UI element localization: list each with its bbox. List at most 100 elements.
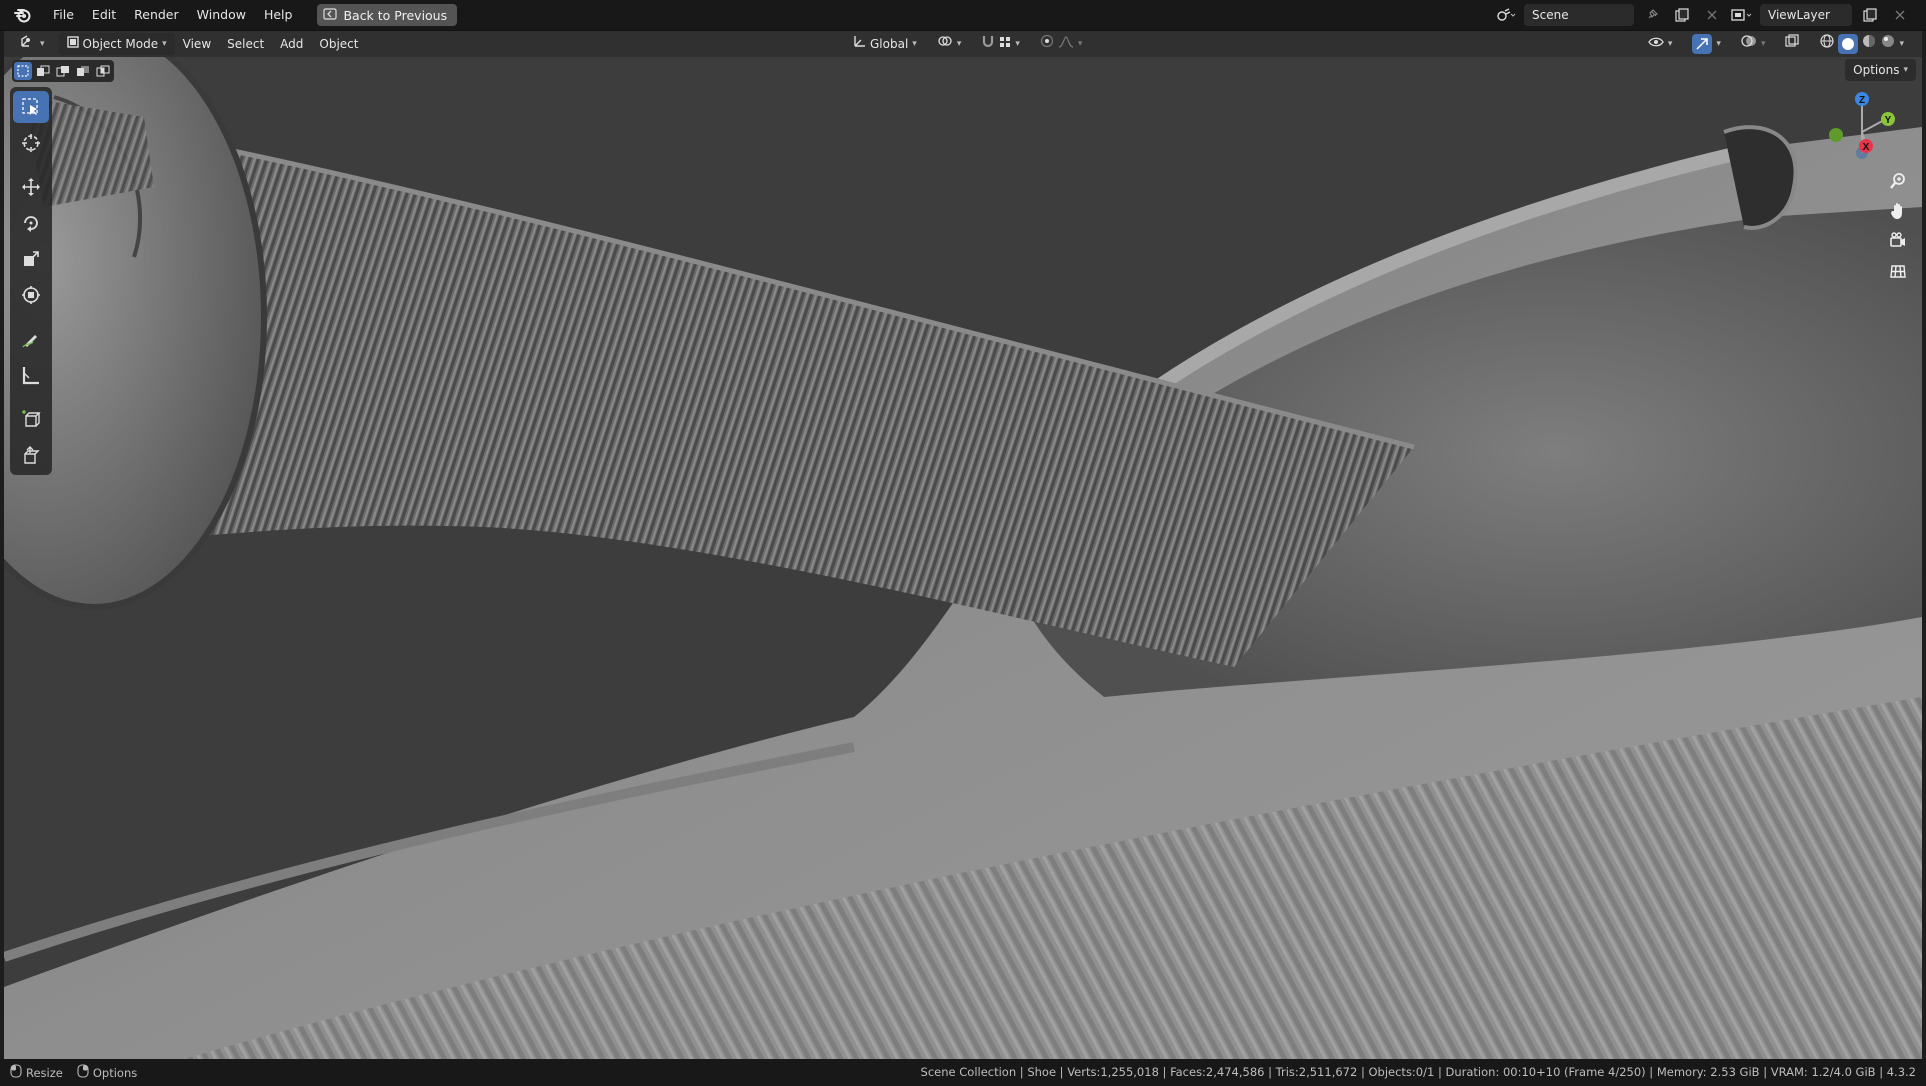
chevron-down-icon: ▾ [912,39,917,49]
menu-file[interactable]: File [44,4,83,26]
chevron-down-icon: ▾ [1015,39,1020,49]
chevron-down-icon: ▾ [1716,39,1721,49]
select-new-icon[interactable] [14,62,32,80]
transform-tool-icon[interactable] [13,279,49,311]
xray-toggle[interactable] [1777,33,1807,55]
blender-logo-icon[interactable] [12,4,34,26]
measure-tool-icon[interactable] [13,359,49,391]
viewport-header: ▾ Object Mode ▾ View Select Add Object G… [4,31,1922,57]
chevron-down-icon[interactable]: ▾ [1899,33,1904,55]
status-hint-options: Options [77,1064,137,1081]
object-mode-icon [66,33,79,55]
proportional-editing-toggle[interactable]: ▾ [1032,33,1091,55]
chevron-down-icon: ▾ [162,39,167,49]
3d-viewport-icon [20,33,36,55]
scene-name-field[interactable]: Scene [1524,4,1634,26]
scale-tool-icon[interactable] [13,243,49,275]
zoom-icon[interactable] [1884,169,1912,193]
new-scene-icon[interactable] [1670,4,1694,26]
view-layer-field[interactable]: ViewLayer [1760,4,1852,26]
x-axis-label: X [1863,142,1870,153]
pivot-point-dropdown[interactable]: ▾ [929,33,970,55]
3d-viewport[interactable]: Options ▾ Z Y X [4,57,1922,1059]
scene-name: Scene [1532,8,1569,22]
viewport-nav-tools [1884,169,1912,283]
view-layer-selector-icon[interactable] [1730,4,1754,26]
solid-shading-icon[interactable] [1838,34,1859,54]
new-view-layer-icon[interactable] [1858,4,1882,26]
material-shading-icon[interactable] [1861,33,1877,56]
overlays-icon [1741,33,1757,55]
menu-select[interactable]: Select [219,33,272,55]
back-to-previous-label: Back to Previous [343,7,448,23]
navigation-gizmo[interactable]: Z Y X [1812,87,1902,177]
proportional-edit-icon [1040,33,1054,55]
select-invert-icon[interactable] [74,62,92,80]
scene-statistics: Scene Collection | Shoe | Verts:1,255,01… [920,1065,1916,1079]
view-layer-name: ViewLayer [1768,8,1830,22]
camera-view-icon[interactable] [1884,229,1912,253]
back-to-previous-button[interactable]: Back to Previous [317,4,458,26]
select-extend-icon[interactable] [34,62,52,80]
wireframe-shading-icon[interactable] [1819,33,1835,56]
chevron-down-icon: ▾ [956,39,962,49]
chevron-down-icon: ▾ [1077,39,1083,49]
move-tool-icon[interactable] [13,171,49,203]
object-visibility-dropdown[interactable]: ▾ [1640,33,1681,55]
pan-hand-icon[interactable] [1884,199,1912,223]
magnet-icon [981,33,995,55]
chevron-down-icon: ▾ [1760,39,1766,49]
overlays-toggle[interactable]: ▾ [1733,33,1774,55]
back-icon [323,7,338,23]
snap-grid-icon [999,33,1011,55]
menu-edit[interactable]: Edit [83,4,125,26]
select-subtract-icon[interactable] [54,62,72,80]
menu-help[interactable]: Help [255,4,302,26]
orientation-axes-icon [852,33,866,55]
scene-selector-icon[interactable] [1494,4,1518,26]
shading-mode-group: ▾ [1811,33,1912,55]
delete-scene-icon[interactable] [1700,4,1724,26]
pivot-icon [937,33,953,55]
menu-view[interactable]: View [175,33,219,55]
options-label: Options [1853,63,1900,77]
cursor-tool-icon[interactable] [13,127,49,159]
z-axis-label: Z [1859,95,1865,106]
chevron-down-icon: ▾ [1903,65,1908,75]
xray-icon [1785,33,1800,55]
snap-toggle[interactable]: ▾ [973,33,1028,55]
annotate-tool-icon[interactable] [13,323,49,355]
gizmo-toggle[interactable]: ▾ [1684,33,1729,55]
editor-type-selector[interactable]: ▾ [12,33,53,55]
pin-scene-icon[interactable] [1640,4,1664,26]
rendered-shading-icon[interactable] [1880,33,1896,56]
status-hint-resize: Resize [10,1064,63,1081]
mode-dropdown[interactable]: Object Mode ▾ [58,33,175,55]
y-axis-label: Y [1885,115,1892,126]
mouse-right-icon [77,1064,89,1081]
orientation-label: Global [870,37,909,51]
mouse-left-icon [10,1064,22,1081]
extrude-tool-icon[interactable] [13,439,49,471]
orthographic-grid-icon[interactable] [1884,259,1912,283]
menu-object[interactable]: Object [311,33,366,55]
menu-render[interactable]: Render [125,4,188,26]
select-intersect-icon[interactable] [94,62,112,80]
viewport-options-button[interactable]: Options ▾ [1845,59,1916,81]
status-hint-resize-label: Resize [26,1065,63,1080]
add-cube-tool-icon[interactable] [13,403,49,435]
tool-shelf [10,87,52,475]
chevron-down-icon: ▾ [1667,39,1673,49]
delete-view-layer-icon[interactable] [1888,4,1912,26]
status-hint-options-label: Options [92,1065,138,1080]
transform-orientation-dropdown[interactable]: Global ▾ [844,33,925,55]
neg-y-axis-handle[interactable] [1829,128,1843,142]
gizmo-icon [1692,34,1713,54]
selection-mode-group [12,60,114,82]
menu-add[interactable]: Add [272,33,311,55]
shoe-mesh-render[interactable] [4,57,1922,1059]
menu-window[interactable]: Window [188,4,255,26]
select-box-tool-icon[interactable] [13,91,49,123]
rotate-tool-icon[interactable] [13,207,49,239]
eye-icon [1648,33,1664,55]
